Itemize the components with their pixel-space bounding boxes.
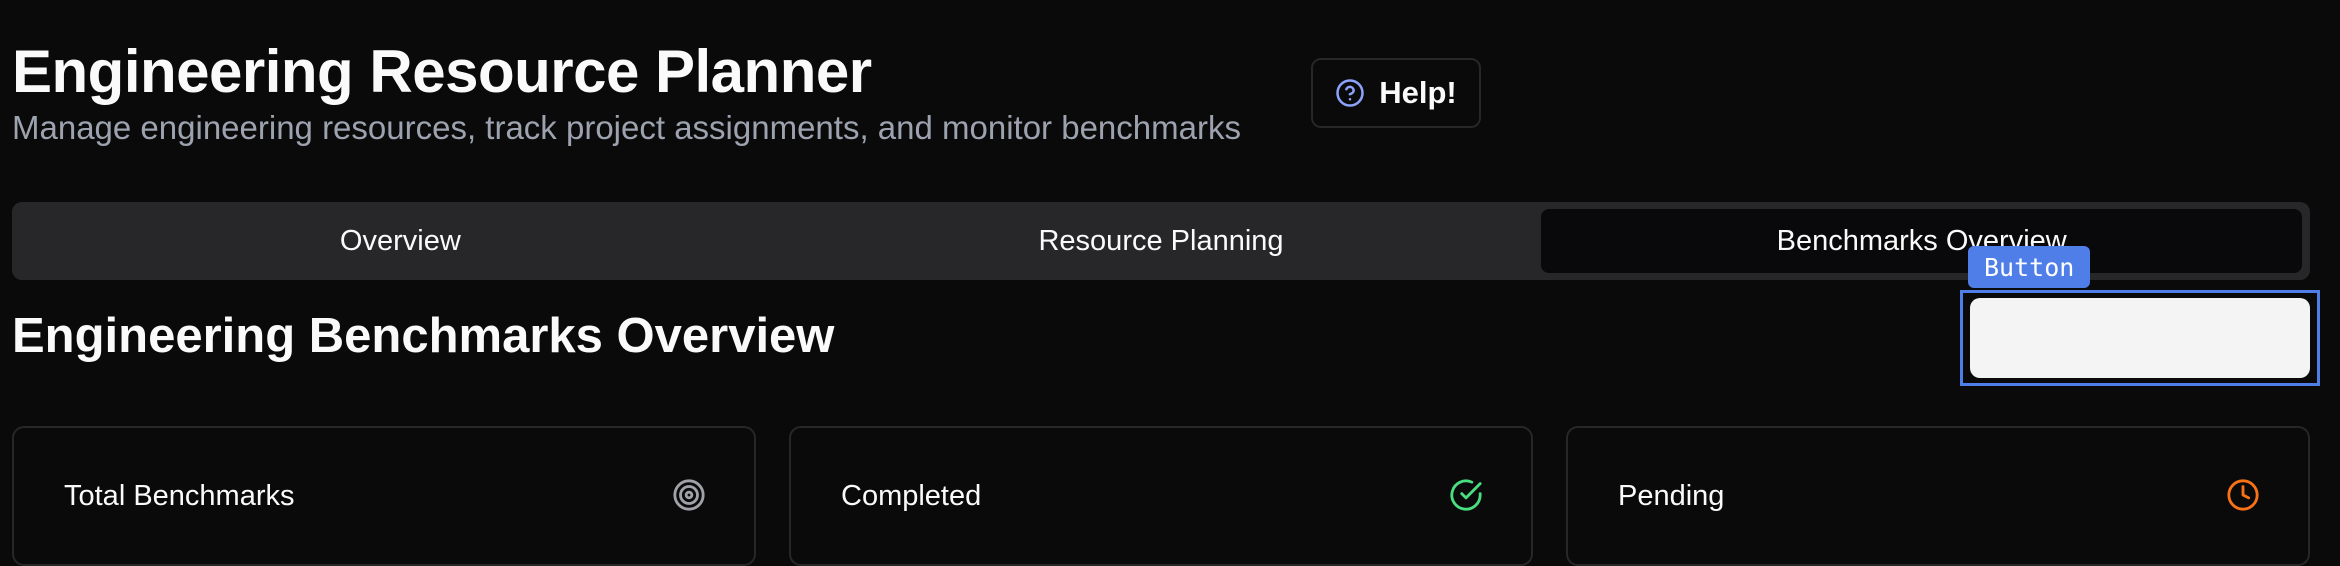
- tab-overview[interactable]: Overview: [20, 209, 781, 273]
- highlight-outline: [1960, 290, 2320, 386]
- stat-card-label: Pending: [1618, 480, 1725, 512]
- question-circle-icon: [1336, 79, 1364, 107]
- tab-benchmarks-overview[interactable]: Benchmarks Overview: [1541, 209, 2303, 273]
- stat-card-completed: Completed: [789, 426, 1533, 566]
- stat-card-label: Completed: [841, 480, 982, 512]
- page-header: Engineering Resource Planner Manage engi…: [12, 36, 1241, 148]
- check-circle-icon: [1450, 479, 1482, 511]
- page-subtitle: Manage engineering resources, track proj…: [12, 109, 1241, 146]
- section-title: Engineering Benchmarks Overview: [12, 309, 835, 363]
- tab-bar: Overview Resource Planning Benchmarks Ov…: [12, 202, 2310, 280]
- element-tooltip: Button: [1968, 246, 2091, 288]
- clock-icon: [2227, 479, 2259, 511]
- stat-card-label: Total Benchmarks: [64, 480, 295, 512]
- page-title: Engineering Resource Planner: [12, 38, 872, 105]
- help-button-label: Help!: [1379, 75, 1457, 110]
- help-button[interactable]: Help!: [1311, 58, 1481, 128]
- stat-card-pending: Pending: [1566, 426, 2310, 566]
- tab-resource-planning[interactable]: Resource Planning: [781, 209, 1542, 273]
- stat-card-total-benchmarks: Total Benchmarks: [12, 426, 756, 566]
- target-icon: [673, 479, 705, 511]
